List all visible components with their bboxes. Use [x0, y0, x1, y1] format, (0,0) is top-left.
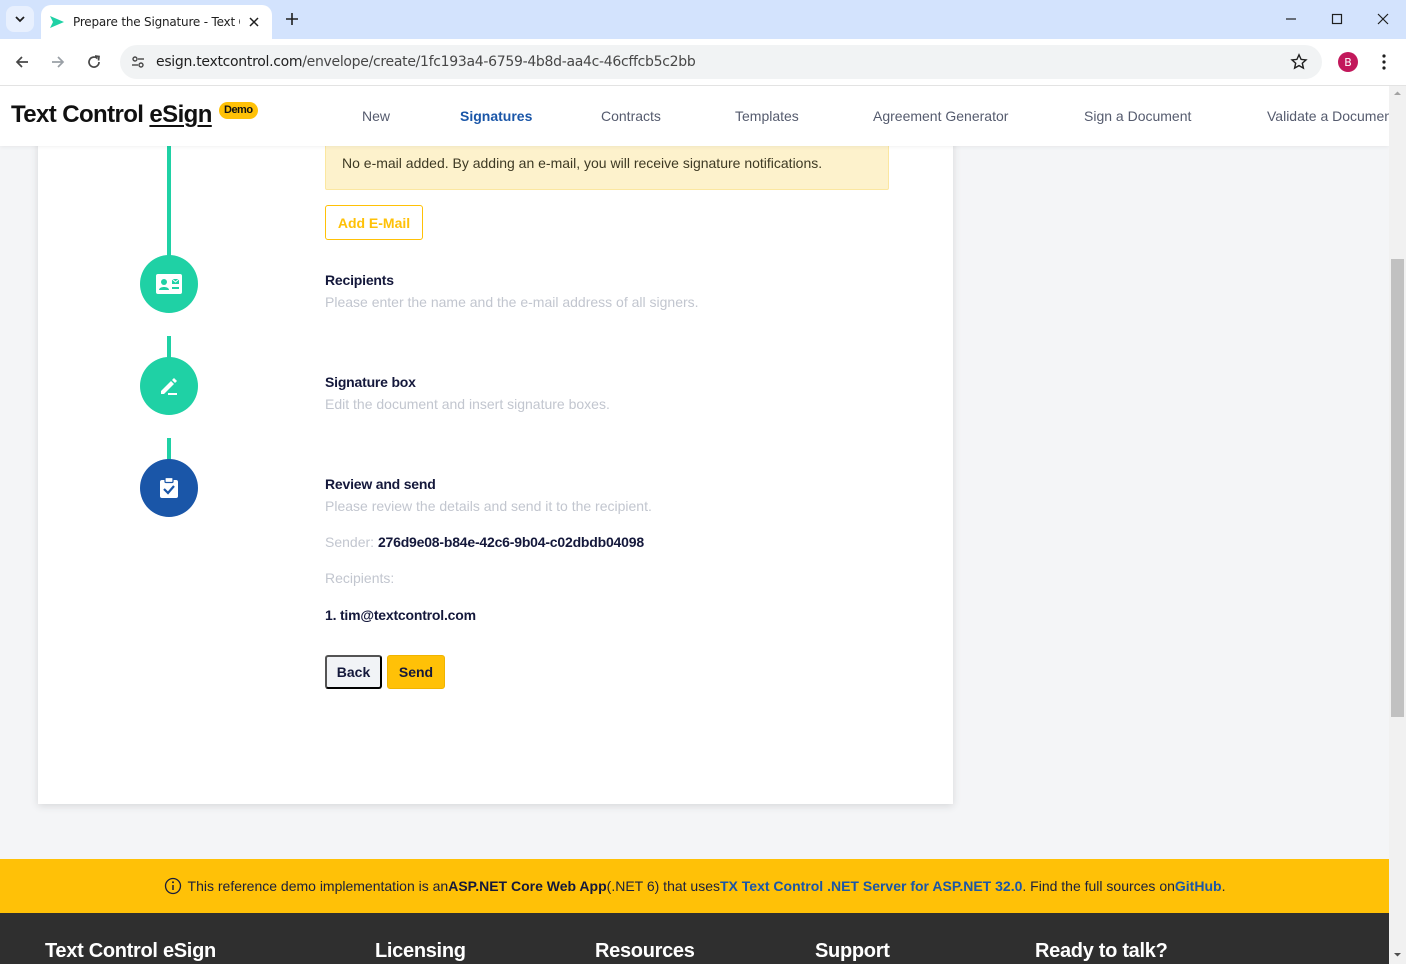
sender-value: 276d9e08-b84e-42c6-9b04-c02dbdb04098: [377, 534, 644, 550]
maximize-icon: [1331, 13, 1343, 25]
info-text-4: .: [1221, 878, 1226, 894]
nav-sign-a-document[interactable]: Sign a Document: [1084, 108, 1191, 124]
step-recipients-description: Please enter the name and the e-mail add…: [325, 294, 699, 310]
step-recipients-circle: [140, 255, 198, 313]
url-path: /envelope/create/1fc193a4-6759-4b8d-aa4c…: [302, 54, 696, 70]
reload-button[interactable]: [82, 50, 106, 74]
page-scrollbar[interactable]: [1389, 86, 1406, 964]
nav-contracts[interactable]: Contracts: [601, 108, 661, 124]
step-review-title: Review and send: [325, 476, 436, 492]
info-text-3: . Find the full sources on: [1022, 878, 1175, 894]
forward-nav-button[interactable]: [46, 50, 70, 74]
logo-accent: eSign: [149, 101, 212, 128]
back-button[interactable]: Back: [325, 655, 382, 689]
nav-templates[interactable]: Templates: [735, 108, 799, 124]
recipient-item: 1. tim@textcontrol.com: [325, 607, 476, 623]
nav-new[interactable]: New: [362, 108, 390, 124]
footer-col-support: Support: [815, 940, 890, 962]
scrollbar-thumb[interactable]: [1391, 259, 1404, 717]
demo-badge: Demo: [219, 102, 258, 119]
page-viewport: Text Control eSign Demo New Signatures C…: [0, 86, 1389, 964]
github-link[interactable]: GitHub: [1175, 878, 1222, 894]
back-nav-button[interactable]: [10, 50, 34, 74]
url-domain: esign.textcontrol.com: [156, 54, 303, 70]
url-text[interactable]: esign.textcontrol.com/envelope/create/1f…: [156, 54, 696, 70]
recipients-label: Recipients:: [325, 570, 395, 586]
plus-icon: [286, 13, 298, 25]
step-review-description: Please review the details and send it to…: [325, 498, 652, 514]
browser-tab-bar: Prepare the Signature - Text Control eSi…: [0, 0, 1406, 39]
maximize-button[interactable]: [1326, 8, 1348, 30]
contact-card-icon: [156, 274, 182, 294]
tab-search-button[interactable]: [6, 6, 34, 32]
reload-icon: [88, 55, 100, 68]
more-vertical-icon: [1382, 54, 1386, 70]
send-button[interactable]: Send: [387, 655, 445, 689]
step-recipients-title: Recipients: [325, 272, 394, 288]
scroll-down-icon[interactable]: [1393, 950, 1402, 959]
add-email-button[interactable]: Add E-Mail: [325, 205, 423, 240]
browser-tab-active[interactable]: Prepare the Signature - Text Control eSi…: [41, 5, 272, 39]
clipboard-check-icon: [160, 477, 178, 498]
step-signature-box-description: Edit the document and insert signature b…: [325, 396, 610, 412]
info-circle-icon: [164, 877, 182, 895]
address-bar[interactable]: esign.textcontrol.com/envelope/create/1f…: [120, 45, 1322, 79]
info-text-2: (.NET 6) that uses: [606, 878, 720, 894]
nav-agreement-generator[interactable]: Agreement Generator: [873, 108, 1008, 124]
step-signature-box-title: Signature box: [325, 374, 416, 390]
tab-title: Prepare the Signature - Text Control eSi…: [73, 15, 240, 29]
browser-menu-button[interactable]: [1374, 51, 1394, 73]
info-asp-net: ASP.NET Core Web App: [448, 878, 607, 894]
site-logo[interactable]: Text Control eSign: [11, 101, 212, 129]
close-icon: [1377, 13, 1389, 25]
site-info-icon[interactable]: [120, 45, 156, 79]
logo-main: Text Control: [11, 101, 150, 128]
profile-avatar[interactable]: B: [1338, 52, 1358, 72]
close-icon[interactable]: [246, 14, 262, 30]
minimize-icon: [1286, 18, 1296, 20]
nav-signatures[interactable]: Signatures: [460, 108, 532, 124]
browser-toolbar: esign.textcontrol.com/envelope/create/1f…: [0, 39, 1406, 86]
window-close-button[interactable]: [1372, 8, 1394, 30]
arrow-left-icon: [15, 56, 28, 68]
step-review-circle: [140, 459, 198, 517]
site-footer: Text Control eSign Licensing Resources S…: [0, 913, 1389, 964]
nav-validate-a-document[interactable]: Validate a Document: [1267, 108, 1389, 124]
info-text-1: This reference demo implementation is an: [187, 878, 449, 894]
bookmark-star-icon[interactable]: [1290, 53, 1308, 76]
tx-text-control-link[interactable]: TX Text Control .NET Server for ASP.NET …: [720, 878, 1022, 894]
chevron-down-icon: [15, 16, 25, 23]
arrow-right-icon: [52, 56, 65, 68]
pencil-icon: [161, 378, 177, 395]
site-header: Text Control eSign Demo New Signatures C…: [0, 86, 1389, 146]
sender-label: Sender:: [325, 534, 375, 550]
footer-col-licensing: Licensing: [375, 940, 466, 962]
scroll-up-icon[interactable]: [1393, 89, 1402, 98]
minimize-button[interactable]: [1280, 8, 1302, 30]
send-arrow-icon: [49, 14, 65, 30]
footer-col-esign: Text Control eSign: [45, 940, 216, 962]
envelope-wizard-card: 276d9e08-b84e-42c6-9b04-c02dbdb04098 No …: [38, 86, 953, 804]
footer-col-resources: Resources: [595, 940, 695, 962]
step-signature-box-circle: [140, 357, 198, 415]
demo-info-bar: This reference demo implementation is an…: [0, 859, 1389, 913]
review-sender: Sender: 276d9e08-b84e-42c6-9b04-c02dbdb0…: [325, 534, 644, 550]
footer-col-ready-to-talk: Ready to talk?: [1035, 940, 1168, 962]
new-tab-button[interactable]: [281, 8, 303, 30]
